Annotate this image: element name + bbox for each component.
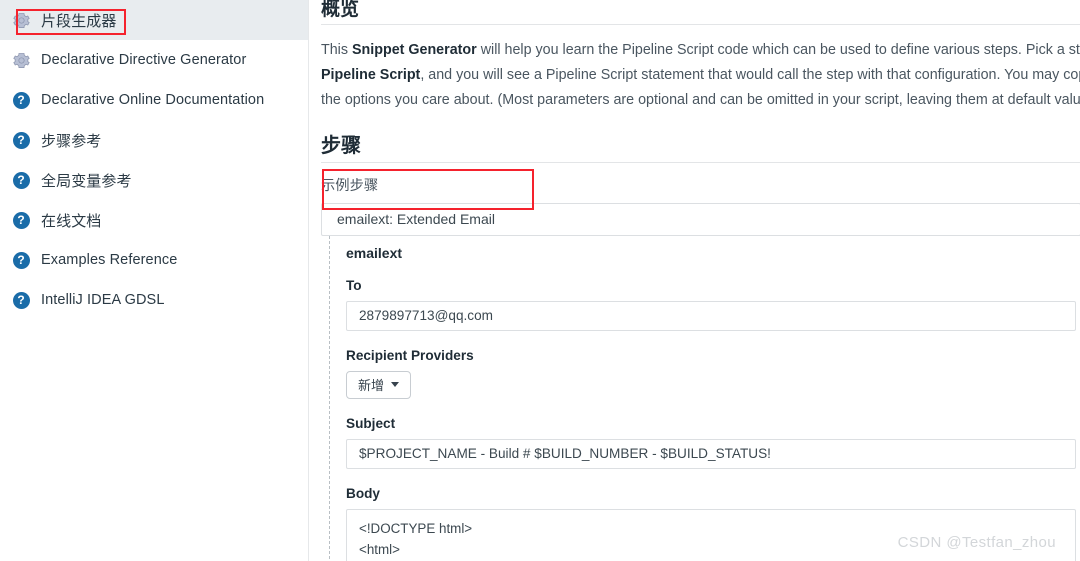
gear-icon bbox=[12, 51, 30, 69]
subject-input[interactable]: $PROJECT_NAME - Build # $BUILD_NUMBER - … bbox=[346, 438, 1076, 469]
to-label: To bbox=[346, 277, 362, 293]
intro-bold-pipeline-script: Pipeline Script bbox=[321, 66, 421, 83]
field-recipient-providers: Recipient Providers 新增 bbox=[346, 348, 1080, 399]
recipient-providers-label: Recipient Providers bbox=[346, 347, 474, 363]
step-config-panel: emailext To 2879897713@qq.com Recipient … bbox=[329, 235, 1080, 561]
question-mark-glyph: ? bbox=[12, 91, 30, 109]
intro-rest-3: the options you care about. (Most parame… bbox=[321, 91, 1080, 108]
sidebar-item-label: 在线文档 bbox=[41, 212, 102, 230]
intro-bold-snippet-generator: Snippet Generator bbox=[351, 41, 477, 58]
question-mark-glyph: ? bbox=[12, 291, 30, 309]
help-icon: ? bbox=[12, 91, 30, 109]
steps-heading: 步骤 bbox=[321, 134, 361, 157]
body-label: Body bbox=[346, 485, 380, 501]
step-select-value: emailext: Extended Email bbox=[337, 211, 495, 228]
field-to: To 2879897713@qq.com bbox=[346, 278, 1080, 331]
sidebar-item-6[interactable]: ? Examples Reference bbox=[0, 240, 308, 280]
sidebar-item-label: 片段生成器 bbox=[41, 12, 117, 30]
help-icon: ? bbox=[12, 171, 30, 189]
chevron-down-icon bbox=[391, 382, 400, 388]
sidebar-item-label: 步骤参考 bbox=[41, 132, 102, 150]
sidebar-item-label: Declarative Online Documentation bbox=[41, 92, 265, 108]
help-icon: ? bbox=[12, 291, 30, 309]
sidebar-item-label: IntelliJ IDEA GDSL bbox=[41, 292, 165, 308]
question-mark-glyph: ? bbox=[12, 131, 30, 149]
snippet-generator-page: 片段生成器 Declarative Directive Generator? Dec… bbox=[0, 0, 1080, 561]
intro-rest-2: , and you will see a Pipeline Script sta… bbox=[420, 66, 1080, 83]
subject-input-value: $PROJECT_NAME - Build # $BUILD_NUMBER - … bbox=[359, 446, 771, 462]
help-icon: ? bbox=[12, 211, 30, 229]
help-icon: ? bbox=[12, 131, 30, 149]
field-subject: Subject $PROJECT_NAME - Build # $BUILD_N… bbox=[346, 416, 1080, 469]
question-mark-glyph: ? bbox=[12, 211, 30, 229]
sidebar-item-0[interactable]: 片段生成器 bbox=[0, 0, 308, 40]
sidebar-item-label: 全局变量参考 bbox=[41, 172, 132, 190]
page-title: 概览 bbox=[321, 0, 360, 20]
sidebar-item-4[interactable]: ? 全局变量参考 bbox=[0, 160, 308, 200]
step-select[interactable]: emailext: Extended Email bbox=[321, 202, 1080, 236]
add-button-label: 新增 bbox=[358, 378, 385, 394]
question-mark-glyph: ? bbox=[12, 171, 30, 189]
steps-divider bbox=[321, 161, 1080, 163]
title-divider bbox=[321, 23, 1080, 25]
sample-step-label: 示例步骤 bbox=[321, 177, 379, 194]
sidebar-item-1[interactable]: Declarative Directive Generator bbox=[0, 40, 308, 80]
sidebar-item-label: Declarative Directive Generator bbox=[41, 52, 247, 68]
subject-label: Subject bbox=[346, 415, 396, 431]
to-input-value: 2879897713@qq.com bbox=[359, 308, 493, 324]
sidebar-item-5[interactable]: ? 在线文档 bbox=[0, 200, 308, 240]
intro-line-2: Pipeline Script, and you will see a Pipe… bbox=[321, 63, 1080, 88]
to-input[interactable]: 2879897713@qq.com bbox=[346, 300, 1076, 331]
help-icon: ? bbox=[12, 251, 30, 269]
sidebar: 片段生成器 Declarative Directive Generator? Dec… bbox=[0, 0, 309, 561]
gear-icon bbox=[12, 11, 30, 29]
sidebar-item-3[interactable]: ? 步骤参考 bbox=[0, 120, 308, 160]
intro-line-3: the options you care about. (Most parame… bbox=[321, 88, 1080, 113]
step-name-label: emailext bbox=[346, 244, 403, 261]
add-recipient-provider-button[interactable]: 新增 bbox=[346, 370, 412, 399]
sidebar-item-7[interactable]: ? IntelliJ IDEA GDSL bbox=[0, 280, 308, 320]
sidebar-item-label: Examples Reference bbox=[41, 252, 178, 268]
question-mark-glyph: ? bbox=[12, 251, 30, 269]
intro-line-1: This Snippet Generator will help you lea… bbox=[321, 38, 1080, 63]
watermark: CSDN @Testfan_zhou bbox=[897, 534, 1056, 551]
sidebar-item-2[interactable]: ? Declarative Online Documentation bbox=[0, 80, 308, 120]
main-content: 概览 This Snippet Generator will help you … bbox=[309, 0, 1080, 561]
intro-rest-1: will help you learn the Pipeline Script … bbox=[480, 41, 1080, 58]
